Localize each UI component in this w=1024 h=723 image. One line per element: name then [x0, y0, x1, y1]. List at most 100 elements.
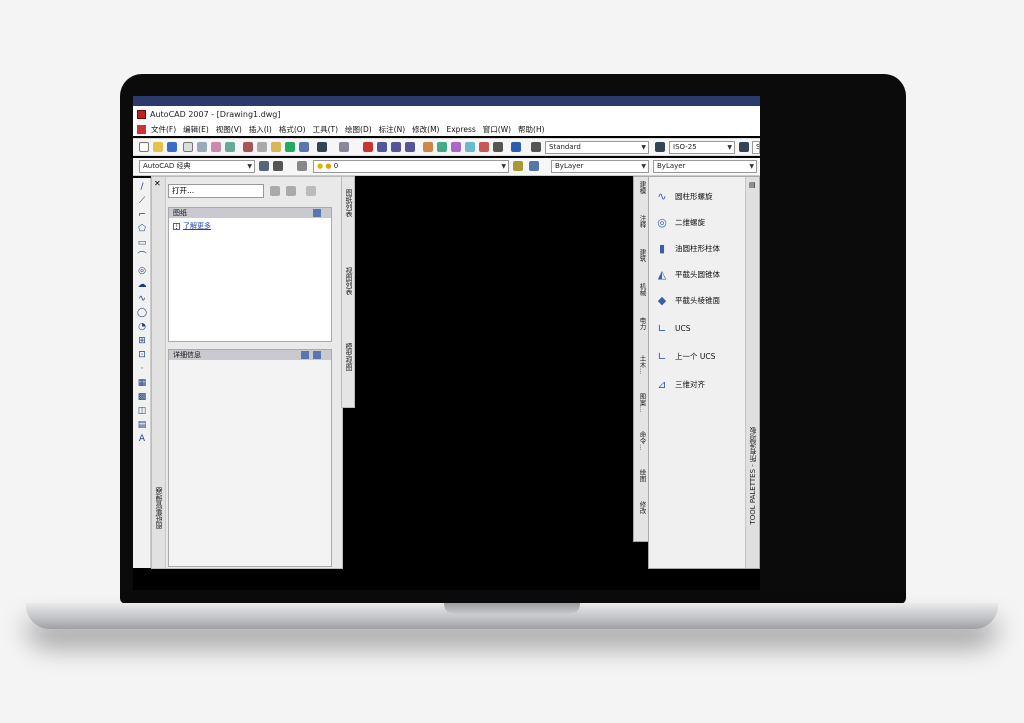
publish-options-icon[interactable] [286, 186, 296, 196]
layer-previous-icon[interactable] [297, 161, 307, 171]
gradient-icon[interactable]: ▩ [136, 392, 148, 403]
construction-line-icon[interactable]: ⟋ [136, 196, 148, 207]
tab-sheet-list[interactable]: 图纸列表 [344, 189, 354, 217]
menu-edit[interactable]: 编辑(E) [183, 124, 209, 135]
pan-icon[interactable] [363, 142, 373, 152]
tab-architectural[interactable]: 建筑 [637, 249, 647, 262]
copy-icon[interactable] [257, 142, 267, 152]
sheets-section-menu-icon[interactable] [313, 209, 321, 217]
properties-icon[interactable] [423, 142, 433, 152]
close-icon[interactable]: ✕ [154, 179, 161, 188]
zoom-previous-icon[interactable] [405, 142, 415, 152]
cut-icon[interactable] [243, 142, 253, 152]
menu-draw[interactable]: 绘图(D) [345, 124, 372, 135]
menu-dimension[interactable]: 标注(N) [379, 124, 405, 135]
make-block-icon[interactable]: ⊡ [136, 350, 148, 361]
tool-cylinder[interactable]: ▮ 油圆柱形柱体 [655, 239, 720, 257]
text-style-combo[interactable]: Standard ▼ [545, 141, 649, 154]
calculator-icon[interactable] [493, 142, 503, 152]
spline-icon[interactable]: ∿ [136, 294, 148, 305]
tab-model-views[interactable]: 模型视图 [344, 343, 354, 371]
layer-states-icon[interactable] [529, 161, 539, 171]
point-icon[interactable]: · [136, 364, 148, 375]
tab-civil[interactable]: 土木... [637, 355, 647, 374]
3d-dwf-icon[interactable] [225, 142, 235, 152]
learn-more-link[interactable]: i 了解更多 [169, 218, 331, 234]
menu-insert[interactable]: 插入(I) [249, 124, 272, 135]
polyline-icon[interactable]: ⌐ [136, 210, 148, 221]
publish-icon[interactable] [211, 142, 221, 152]
revision-cloud-icon[interactable]: ☁ [136, 280, 148, 291]
ellipse-icon[interactable]: ◯ [136, 308, 148, 319]
details-menu-icon[interactable] [313, 351, 321, 359]
workspace-settings-icon[interactable] [259, 161, 269, 171]
menu-window[interactable]: 窗口(W) [483, 124, 511, 135]
hatch-icon[interactable]: ▦ [136, 378, 148, 389]
linetype-combo[interactable]: ByLayer ▼ [653, 160, 757, 173]
dim-style-icon[interactable] [655, 142, 665, 152]
menu-tools[interactable]: 工具(T) [313, 124, 338, 135]
menu-modify[interactable]: 修改(M) [412, 124, 439, 135]
tool-ucs[interactable]: ∟ UCS [655, 319, 690, 337]
undo-icon[interactable] [317, 142, 327, 152]
tool-previous-ucs[interactable]: ∟ 上一个 UCS [655, 347, 715, 365]
make-current-layer-icon[interactable] [513, 161, 523, 171]
line-icon[interactable]: / [136, 182, 148, 193]
menu-help[interactable]: 帮助(H) [518, 124, 545, 135]
menu-express[interactable]: Express [446, 125, 475, 134]
view-options-icon[interactable] [306, 186, 316, 196]
tab-electrical[interactable]: 电力 [637, 317, 647, 330]
ellipse-arc-icon[interactable]: ◔ [136, 322, 148, 333]
menu-view[interactable]: 视图(V) [216, 124, 242, 135]
text-style-icon[interactable] [531, 142, 541, 152]
new-icon[interactable] [139, 142, 149, 152]
table-style-combo[interactable]: Standard [752, 141, 760, 154]
tab-modify[interactable]: 修改 [637, 501, 647, 514]
redo-icon[interactable] [339, 142, 349, 152]
tool-frustum-pyramid[interactable]: ◆ 平截头棱锥面 [655, 291, 720, 309]
region-icon[interactable]: ◫ [136, 406, 148, 417]
tool-frustum-cone[interactable]: ◭ 平截头圆锥体 [655, 265, 720, 283]
insert-block-icon[interactable]: ⊞ [136, 336, 148, 347]
tool-palettes-icon[interactable] [451, 142, 461, 152]
details-toggle-icon[interactable] [301, 351, 309, 359]
preview-icon[interactable] [197, 142, 207, 152]
multiline-text-icon[interactable]: A [136, 434, 148, 445]
markup-icon[interactable] [479, 142, 489, 152]
polygon-icon[interactable]: ⬠ [136, 224, 148, 235]
tool-3d-align[interactable]: ⊿ 三维对齐 [655, 375, 705, 393]
color-combo[interactable]: ByLayer ▼ [551, 160, 649, 173]
paste-icon[interactable] [271, 142, 281, 152]
circle-icon[interactable]: ◎ [136, 266, 148, 277]
open-icon[interactable] [153, 142, 163, 152]
rectangle-icon[interactable]: ▭ [136, 238, 148, 249]
dim-style-combo[interactable]: ISO-25 ▼ [669, 141, 735, 154]
match-properties-icon[interactable] [285, 142, 295, 152]
tab-draw[interactable]: 绘图 [637, 469, 647, 482]
help-icon[interactable] [511, 142, 521, 152]
zoom-window-icon[interactable] [391, 142, 401, 152]
sheet-set-options-icon[interactable] [270, 186, 280, 196]
tab-mechanical[interactable]: 机械 [637, 283, 647, 296]
sheet-set-icon[interactable] [465, 142, 475, 152]
save-icon[interactable] [167, 142, 177, 152]
open-combo[interactable]: 打开... [168, 184, 264, 198]
block-editor-icon[interactable] [299, 142, 309, 152]
tab-view-list[interactable]: 视图列表 [344, 267, 354, 295]
workspace-combo[interactable]: AutoCAD 经典 ▼ [139, 160, 255, 173]
tab-annotation[interactable]: 注释 [637, 215, 647, 228]
print-icon[interactable] [183, 142, 193, 152]
palette-properties-icon[interactable]: ▤ [749, 181, 756, 189]
menu-format[interactable]: 格式(O) [279, 124, 306, 135]
tool-2d-spiral[interactable]: ◎ 二维螺旋 [655, 213, 705, 231]
design-center-icon[interactable] [437, 142, 447, 152]
layer-combo[interactable]: ● ● 0 ▼ [313, 160, 509, 173]
table-icon[interactable]: ▤ [136, 420, 148, 431]
document-icon[interactable] [137, 124, 146, 134]
arc-icon[interactable]: ⌒ [136, 252, 148, 263]
zoom-realtime-icon[interactable] [377, 142, 387, 152]
table-style-icon[interactable] [739, 142, 749, 152]
tool-helix[interactable]: ∿ 圆柱形螺旋 [655, 187, 712, 205]
menu-file[interactable]: 文件(F) [151, 124, 176, 135]
tab-modeling[interactable]: 建模 [637, 181, 647, 194]
